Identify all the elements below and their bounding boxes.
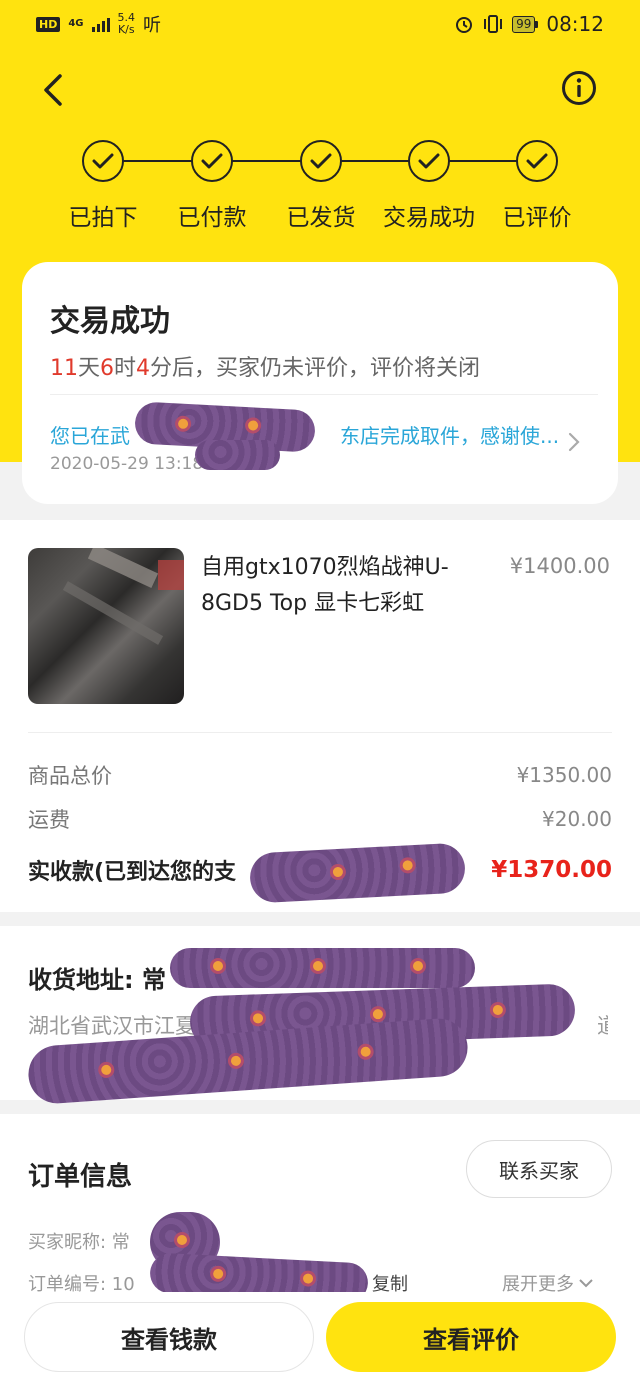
shipping-label: 运费 (28, 808, 70, 832)
product-price: ¥1400.00 (509, 554, 610, 578)
check-icon (408, 140, 450, 182)
network-type: 4G (68, 18, 84, 29)
step-label: 已拍下 (68, 205, 138, 231)
step-reviewed: 已评价 (477, 140, 597, 232)
vibrate-icon (484, 15, 503, 33)
pickup-date: 2020-05-29 13:18: (50, 454, 209, 474)
hd-icon: HD (36, 16, 61, 32)
product-title[interactable]: 自用gtx1070烈焰战神U-8GD5 Top 显卡七彩虹 (201, 550, 481, 622)
view-review-button[interactable]: 查看评价 (326, 1302, 616, 1372)
product-image[interactable] (28, 548, 184, 704)
divider (28, 732, 612, 733)
signal-icon (91, 16, 110, 32)
address-label: 收货地址: 常 (28, 966, 166, 994)
listen-icon: 听 (143, 15, 162, 36)
divider (50, 394, 598, 395)
received-label: 实收款(已到达您的支 (28, 860, 237, 885)
step-placed: 已拍下 (43, 140, 163, 232)
network-speed: 5.4 K/s (117, 11, 136, 36)
check-icon (300, 140, 342, 182)
info-icon[interactable] (561, 70, 597, 106)
chevron-right-icon[interactable] (564, 430, 584, 454)
alarm-icon (456, 17, 473, 33)
received-value: ¥1370.00 (491, 857, 612, 883)
goods-total-value: ¥1350.00 (516, 763, 612, 787)
check-icon (516, 140, 558, 182)
check-icon (82, 140, 124, 182)
status-bar: HD 4G 5.4 K/s 听 99 08:12 (0, 0, 640, 48)
step-label: 交易成功 (383, 205, 475, 231)
redaction-scribble (170, 948, 475, 988)
goods-total-label: 商品总价 (28, 764, 112, 788)
check-icon (191, 140, 233, 182)
step-label: 已付款 (177, 205, 247, 231)
step-success: 交易成功 (369, 140, 489, 232)
goods-total-row: 商品总价 ¥1350.00 (28, 760, 612, 790)
status-card: 交易成功 11天6时4分后，买家仍未评价，评价将关闭 您已在武 东店完成取件，感谢… (22, 262, 618, 504)
clock: 08:12 (546, 12, 604, 36)
step-shipped: 已发货 (261, 140, 381, 232)
back-icon[interactable] (36, 72, 72, 108)
chevron-down-icon (579, 1279, 593, 1288)
bottom-action-bar: 查看钱款 查看评价 (0, 1292, 640, 1386)
buyer-nickname: 买家昵称: 常 (28, 1232, 130, 1253)
shipping-value: ¥20.00 (542, 807, 612, 831)
step-label: 已发货 (286, 205, 356, 231)
step-paid: 已付款 (152, 140, 272, 232)
review-countdown: 11天6时4分后，买家仍未评价，评价将关闭 (50, 356, 481, 381)
redaction-scribble (195, 440, 280, 470)
contact-buyer-button[interactable]: 联系买家 (466, 1140, 612, 1198)
view-payment-button[interactable]: 查看钱款 (24, 1302, 314, 1372)
battery-icon: 99 (512, 15, 539, 33)
step-label: 已评价 (502, 205, 572, 231)
order-info-title: 订单信息 (28, 1162, 133, 1192)
shipping-row: 运费 ¥20.00 (28, 804, 612, 834)
order-status-title: 交易成功 (50, 304, 170, 339)
